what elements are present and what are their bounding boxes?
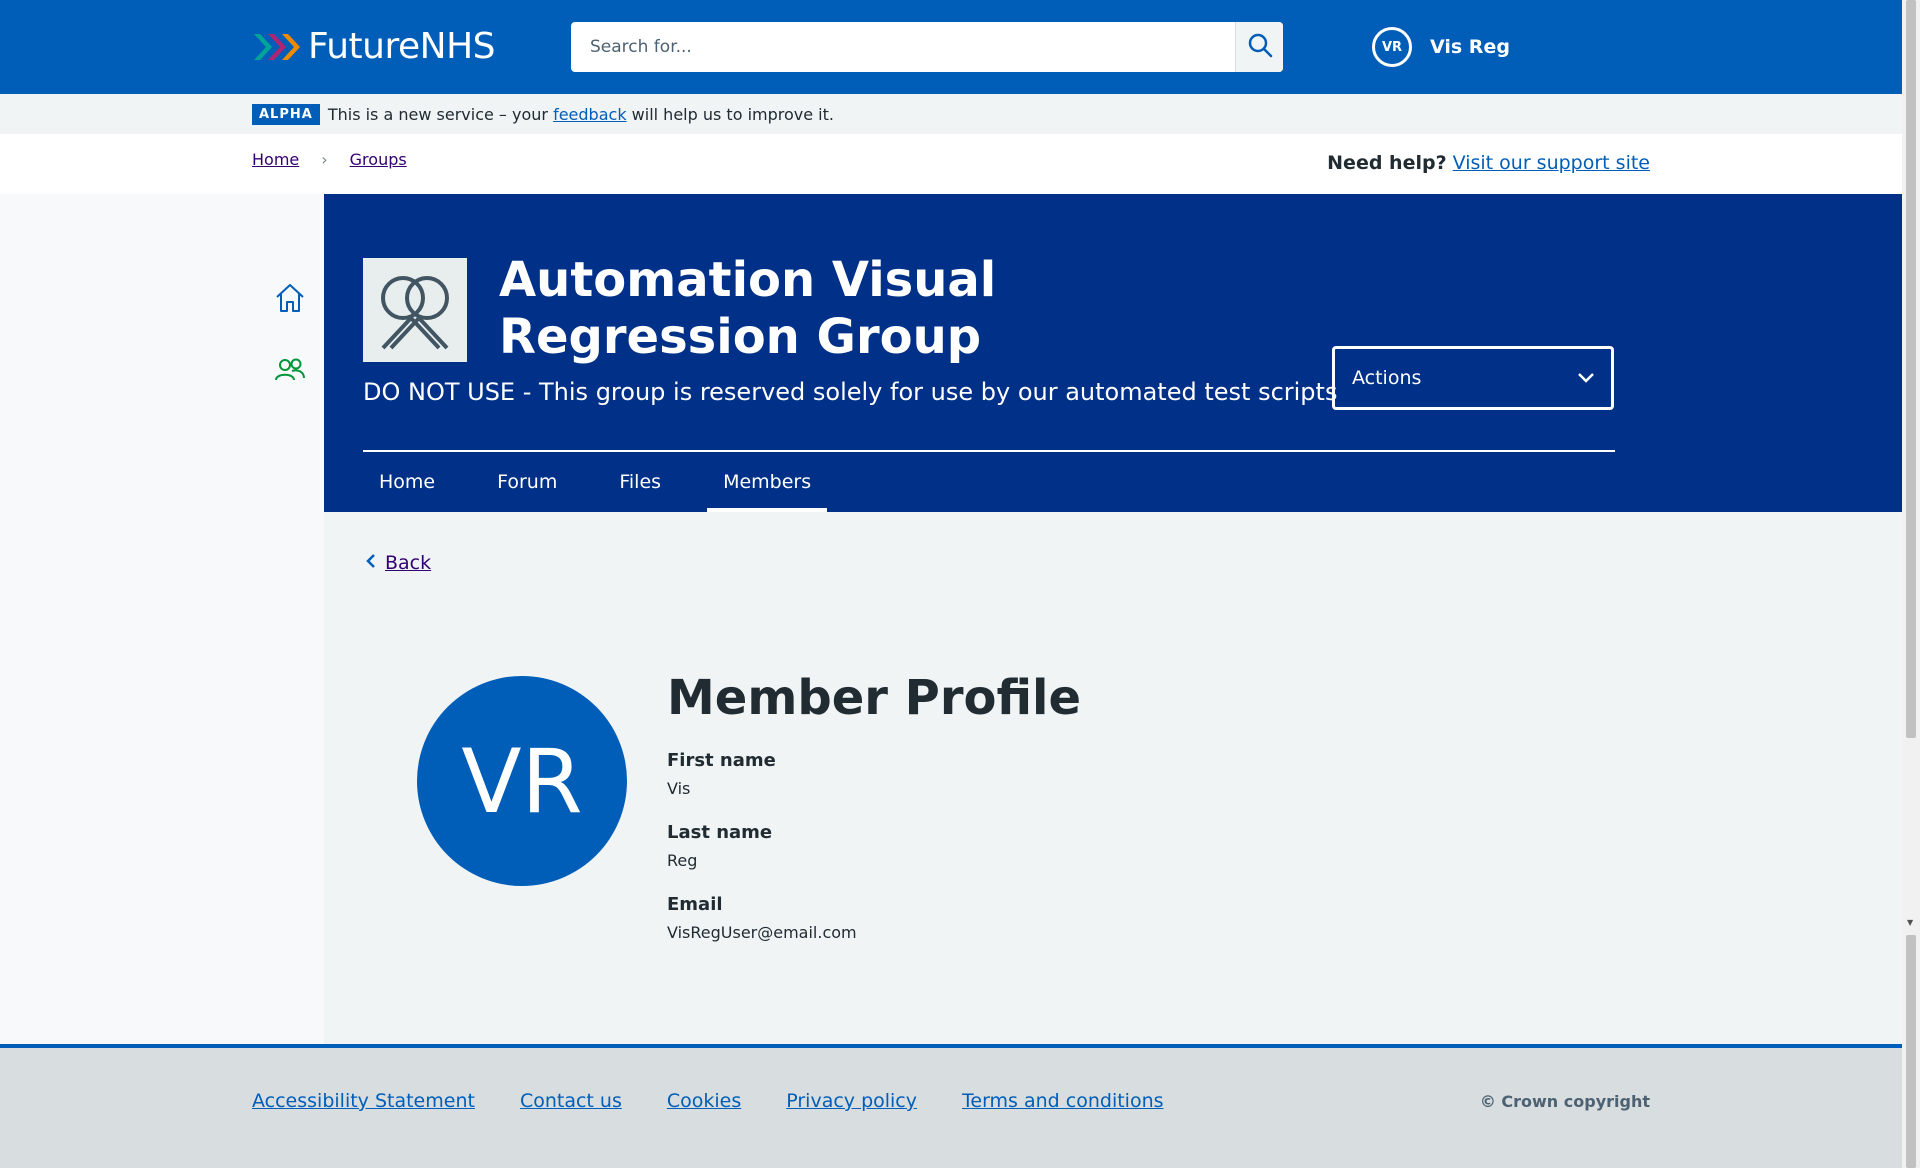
scrollbar-thumb-lower[interactable] — [1906, 935, 1916, 1168]
group-description: DO NOT USE - This group is reserved sole… — [363, 378, 1338, 406]
page-scrollbar[interactable]: ▼ — [1902, 0, 1920, 1168]
chevron-down-icon — [1577, 367, 1595, 389]
chevron-left-icon — [365, 552, 377, 574]
group-title: Automation Visual Regression Group — [499, 252, 997, 365]
logo-chevrons-icon — [252, 32, 304, 62]
home-icon[interactable] — [274, 282, 306, 318]
search-icon — [1247, 32, 1273, 62]
scroll-down-arrow-icon[interactable]: ▼ — [1907, 918, 1913, 927]
member-avatar: VR — [417, 676, 627, 886]
actions-label: Actions — [1352, 367, 1422, 389]
phase-text-after: will help us to improve it. — [631, 104, 834, 124]
copyright: © Crown copyright — [1479, 1092, 1650, 1111]
search-input[interactable] — [571, 22, 1231, 72]
tab-files[interactable]: Files — [603, 452, 677, 512]
back-link[interactable]: Back — [365, 552, 431, 574]
first-name-label: First name — [667, 750, 776, 771]
futurenhs-logo[interactable]: FutureNHS — [252, 26, 496, 67]
tab-home[interactable]: Home — [363, 452, 451, 512]
user-avatar: VR — [1372, 27, 1412, 67]
email-value: VisRegUser@email.com — [667, 923, 857, 942]
site-footer: Accessibility Statement Contact us Cooki… — [0, 1044, 1902, 1168]
page-title: Member Profile — [667, 670, 1082, 726]
side-nav — [0, 194, 324, 1044]
last-name-label: Last name — [667, 822, 773, 843]
breadcrumb-bar: Home › Groups Need help? Visit our suppo… — [0, 134, 1902, 194]
breadcrumb-groups[interactable]: Groups — [350, 150, 407, 169]
scrollbar-thumb[interactable] — [1906, 0, 1916, 738]
breadcrumb-home[interactable]: Home — [252, 150, 299, 169]
search-button[interactable] — [1235, 22, 1283, 72]
phase-text-before: This is a new service – your — [327, 104, 548, 124]
logo-text: FutureNHS — [308, 26, 496, 67]
chevron-right-icon: › — [321, 150, 328, 169]
tab-forum[interactable]: Forum — [481, 452, 573, 512]
footer-link-privacy[interactable]: Privacy policy — [786, 1090, 917, 1112]
phase-banner: ALPHA This is a new service – your feedb… — [0, 94, 1902, 134]
site-header: FutureNHS VR Vis Reg — [0, 0, 1902, 94]
tab-members[interactable]: Members — [707, 452, 828, 512]
member-profile: Member Profile First name Vis Last name … — [667, 670, 1081, 966]
first-name-value: Vis — [667, 779, 691, 798]
need-help: Need help? Visit our support site — [1327, 152, 1650, 174]
email-label: Email — [667, 894, 723, 915]
search-bar — [571, 22, 1283, 72]
need-help-label: Need help? — [1327, 152, 1447, 174]
user-menu[interactable]: VR Vis Reg — [1372, 27, 1510, 67]
group-tabs: Home Forum Files Members — [363, 450, 1615, 512]
footer-links: Accessibility Statement Contact us Cooki… — [252, 1090, 1209, 1112]
footer-link-accessibility[interactable]: Accessibility Statement — [252, 1090, 475, 1112]
group-header: Automation Visual Regression Group DO NO… — [324, 194, 1902, 512]
actions-dropdown[interactable]: Actions — [1332, 346, 1614, 410]
footer-link-cookies[interactable]: Cookies — [667, 1090, 741, 1112]
back-label[interactable]: Back — [385, 552, 431, 574]
feedback-link[interactable]: feedback — [553, 105, 627, 124]
group-placeholder-icon — [373, 266, 457, 354]
support-site-link[interactable]: Visit our support site — [1453, 152, 1650, 174]
phase-tag: ALPHA — [252, 103, 320, 125]
footer-link-terms[interactable]: Terms and conditions — [962, 1090, 1164, 1112]
footer-link-contact[interactable]: Contact us — [520, 1090, 622, 1112]
user-name: Vis Reg — [1430, 36, 1510, 58]
groups-icon[interactable] — [274, 358, 306, 386]
breadcrumb: Home › Groups — [252, 150, 407, 169]
last-name-value: Reg — [667, 851, 698, 870]
group-image — [363, 258, 467, 362]
